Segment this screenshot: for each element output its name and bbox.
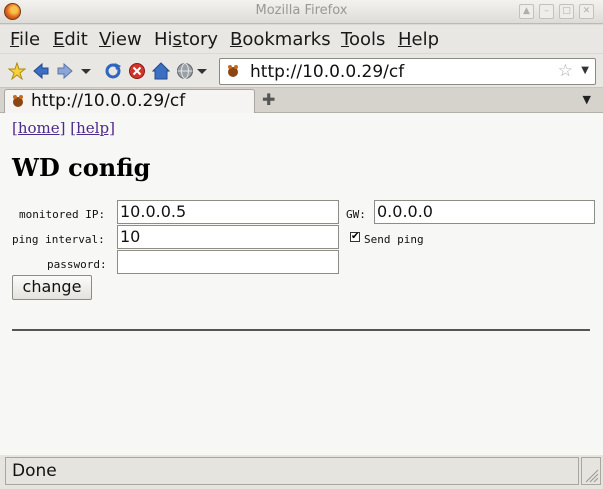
forward-arrow-icon[interactable]	[56, 62, 74, 80]
page-content: [home] [help] WD config monitored IP: 10…	[0, 113, 603, 455]
navigation-toolbar: http://10.0.0.29/cf ☆ ▼	[0, 54, 603, 88]
status-bar: Done	[0, 455, 603, 489]
url-text[interactable]: http://10.0.0.29/cf	[250, 62, 404, 82]
bookmark-page-star-icon[interactable]: ☆	[558, 61, 573, 81]
help-link[interactable]: [help]	[70, 119, 115, 137]
status-text: Done	[12, 461, 57, 481]
page-title: WD config	[12, 153, 151, 182]
menu-edit[interactable]: Edit	[53, 29, 88, 50]
password-label: password:	[47, 258, 107, 271]
window-title: Mozilla Firefox	[255, 3, 348, 18]
history-dropdown-icon[interactable]	[80, 62, 92, 80]
ping-interval-input[interactable]: 10	[117, 225, 339, 249]
home-link[interactable]: [home]	[12, 119, 66, 137]
tab-bar: http://10.0.0.29/cf ✚ ▼	[0, 88, 603, 114]
send-ping-checkbox[interactable]: ✔	[350, 232, 360, 242]
tab-list-dropdown-icon[interactable]: ▼	[583, 93, 591, 106]
nav-links: [home] [help]	[12, 119, 115, 137]
menu-view[interactable]: View	[99, 29, 142, 50]
menu-tools[interactable]: Tools	[341, 29, 385, 50]
window-titlebar: Mozilla Firefox ▲ – □ ✕	[0, 0, 603, 24]
globe-icon[interactable]	[176, 62, 194, 80]
reload-icon[interactable]	[104, 62, 122, 80]
menubar: File Edit View History Bookmarks Tools H…	[0, 25, 603, 53]
status-panel: Done	[5, 457, 579, 485]
gw-label: GW:	[346, 208, 366, 221]
new-tab-icon[interactable]: ✚	[262, 90, 275, 109]
back-arrow-icon[interactable]	[32, 62, 50, 80]
ping-interval-label: ping interval:	[12, 233, 105, 246]
gw-input[interactable]: 0.0.0.0	[374, 200, 595, 224]
send-ping-label: Send ping	[364, 233, 424, 246]
bookmark-star-icon[interactable]	[8, 62, 26, 80]
menu-help[interactable]: Help	[398, 29, 439, 50]
monitored-ip-label: monitored IP:	[19, 208, 106, 221]
password-input[interactable]	[117, 250, 339, 274]
window-maximize-button[interactable]: □	[559, 4, 574, 19]
menu-history[interactable]: History	[154, 29, 218, 50]
tab-favicon-icon	[13, 95, 23, 107]
home-icon[interactable]	[152, 62, 170, 80]
stop-icon[interactable]	[128, 62, 146, 80]
tab-active[interactable]: http://10.0.0.29/cf	[4, 89, 255, 114]
site-favicon-icon	[228, 65, 238, 77]
monitored-ip-input[interactable]: 10.0.0.5	[117, 200, 339, 224]
window-minimize-button[interactable]: –	[539, 4, 554, 19]
globe-dropdown-icon[interactable]	[196, 62, 208, 80]
url-dropdown-icon[interactable]: ▼	[581, 65, 589, 76]
window-close-button[interactable]: ✕	[579, 4, 594, 19]
menu-file[interactable]: File	[10, 29, 40, 50]
window-shade-button[interactable]: ▲	[519, 4, 534, 19]
url-bar[interactable]: http://10.0.0.29/cf ☆ ▼	[219, 58, 596, 85]
menu-bookmarks[interactable]: Bookmarks	[230, 29, 331, 50]
resize-grip-icon[interactable]	[581, 457, 601, 485]
tab-label: http://10.0.0.29/cf	[31, 91, 186, 111]
change-button[interactable]: change	[12, 275, 92, 300]
horizontal-rule	[12, 329, 590, 331]
